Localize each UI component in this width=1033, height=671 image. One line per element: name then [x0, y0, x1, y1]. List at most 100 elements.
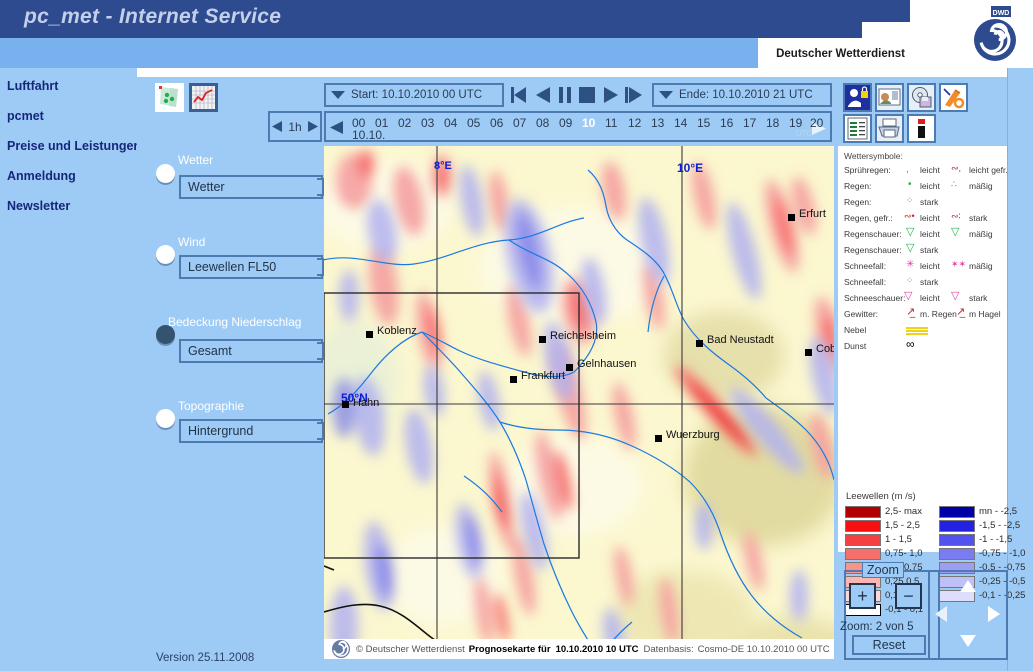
hour-01[interactable]: 01 — [375, 116, 388, 130]
cd-save-icon[interactable] — [907, 83, 936, 112]
hour-19[interactable]: 19 — [789, 116, 802, 130]
legend-text-7-left: stark — [920, 277, 939, 287]
scale-label-pos-0: 2,5- max — [885, 506, 922, 517]
zoom-reset-button[interactable]: Reset — [852, 635, 926, 655]
document-icon[interactable] — [843, 114, 872, 143]
snow-shower-heavy-icon: ▽ — [951, 290, 960, 302]
hour-04[interactable]: 04 — [444, 116, 457, 130]
end-time-label: Ende: 10.10.2010 21 UTC — [679, 89, 813, 101]
control-toggle-wind[interactable] — [156, 245, 175, 264]
hour-07[interactable]: 07 — [513, 116, 526, 130]
play-button[interactable] — [602, 86, 620, 109]
hour-03[interactable]: 03 — [421, 116, 434, 130]
city-label-gelnhausen: Gelnhausen — [577, 358, 637, 370]
drizzle-freezing-icon: ∾, — [951, 163, 962, 173]
pan-down-icon[interactable] — [960, 634, 976, 652]
tools-icon[interactable] — [939, 83, 968, 112]
printer-icon[interactable] — [875, 114, 904, 143]
stop-button[interactable] — [578, 86, 596, 109]
sidebar-item-luftfahrt[interactable]: Luftfahrt — [7, 79, 58, 93]
legend-text-4-right: mäßig — [969, 229, 993, 239]
hour-06[interactable]: 06 — [490, 116, 503, 130]
drizzle-light-icon: , — [906, 164, 909, 175]
legend-label-dunst: Dunst — [844, 341, 867, 351]
map-status-bar: © Deutscher Wetterdienst Prognosekarte f… — [324, 639, 834, 659]
legend-panel: Wettersymbole: Sprühregen: , leicht ∾, l… — [838, 146, 1025, 616]
hour-13[interactable]: 13 — [651, 116, 664, 130]
city-label-bad-neustadt: Bad Neustadt — [707, 334, 774, 346]
step-stepper[interactable]: 1h — [268, 111, 322, 142]
hour-16[interactable]: 16 — [720, 116, 733, 130]
legend-text-5-left: stark — [920, 245, 939, 255]
hour-09[interactable]: 09 — [559, 116, 572, 130]
start-time-label: Start: 10.10.2010 00 UTC — [351, 89, 483, 101]
weather-map[interactable]: 8°E 10°E 50°N Koblenz Reichelsheim Gelnh… — [324, 146, 834, 659]
info-icon[interactable] — [907, 114, 936, 143]
hour-12[interactable]: 12 — [628, 116, 641, 130]
legend-label-regen-gefr: Regen, gefr.: — [844, 213, 893, 223]
hour-10-current[interactable]: 10 — [582, 116, 595, 130]
control-select-topographie-tab[interactable] — [317, 422, 324, 440]
start-time-dropdown[interactable]: Start: 10.10.2010 00 UTC — [324, 83, 504, 107]
legend-text-9-right: m Hagel — [969, 309, 1001, 319]
image-icon[interactable] — [875, 83, 904, 112]
scale-swatch-pos-0 — [845, 506, 881, 518]
pause-button[interactable] — [558, 86, 572, 109]
control-toggle-bedeckung[interactable] — [156, 325, 175, 344]
zoom-caption: Zoom — [862, 562, 904, 578]
hour-15[interactable]: 15 — [697, 116, 710, 130]
hour-11[interactable]: 11 — [605, 116, 617, 130]
pan-left-icon[interactable] — [935, 606, 947, 627]
snow-heavy-icon: ⁘ — [906, 275, 914, 285]
control-select-topographie[interactable]: Hintergrund — [179, 419, 323, 443]
sidebar-item-newsletter[interactable]: Newsletter — [7, 199, 70, 213]
pan-up-icon[interactable] — [960, 579, 976, 597]
hour-05[interactable]: 05 — [467, 116, 480, 130]
control-select-bedeckung-tab[interactable] — [317, 342, 324, 360]
legend-text-9-left: m. Regen — [920, 309, 957, 319]
rain-shower-light-icon: ▽ — [906, 226, 915, 238]
pan-pad[interactable] — [928, 570, 1008, 660]
legend-label-nebel: Nebel — [844, 325, 867, 335]
hour-14[interactable]: 14 — [674, 116, 687, 130]
version-label: Version 25.11.2008 — [156, 652, 255, 664]
hour-00[interactable]: 00 — [352, 116, 365, 130]
city-label-koblenz: Koblenz — [377, 325, 417, 337]
hour-02[interactable]: 02 — [398, 116, 411, 130]
control-toggle-topographie[interactable] — [156, 409, 175, 428]
timeline-hours[interactable]: 10.10. 00 01 02 03 04 05 06 07 08 09 10 … — [324, 111, 832, 142]
hour-20[interactable]: 20 — [810, 116, 823, 130]
control-select-wind-tab[interactable] — [317, 258, 324, 276]
step-forward-end-button[interactable] — [624, 86, 644, 109]
hour-08[interactable]: 08 — [536, 116, 549, 130]
control-toggle-wetter[interactable] — [156, 164, 175, 183]
scale-label-pos-2: 1 - 1,5 — [885, 534, 912, 545]
hour-17[interactable]: 17 — [743, 116, 756, 130]
chart-view-icon[interactable] — [189, 83, 218, 112]
map-view-icon[interactable] — [155, 83, 184, 112]
legend-text-3-right: stark — [969, 213, 988, 223]
legend-text-2-left: stark — [920, 197, 939, 207]
control-select-bedeckung[interactable]: Gesamt — [179, 339, 323, 363]
legend-text-0-right: leicht gefr. — [969, 165, 1008, 175]
map-canvas — [324, 146, 834, 659]
control-select-wind[interactable]: Leewellen FL50 — [179, 255, 323, 279]
city-label-frankfurt: Frankfurt — [521, 370, 566, 382]
step-back-button[interactable] — [534, 86, 552, 109]
legend-label-regenschauer-1: Regenschauer: — [844, 229, 902, 239]
user-lock-icon[interactable] — [843, 83, 872, 112]
control-select-wetter[interactable]: Wetter — [179, 175, 323, 199]
legend-label-gewitter: Gewitter: — [844, 309, 879, 319]
freezing-rain-light-icon: ∾• — [904, 211, 915, 221]
sidebar-item-preise[interactable]: Preise und Leistungen — [7, 139, 141, 153]
step-back-end-button[interactable] — [510, 86, 530, 109]
end-time-dropdown[interactable]: Ende: 10.10.2010 21 UTC — [652, 83, 832, 107]
sidebar-item-pcmet[interactable]: pcmet — [7, 109, 44, 123]
legend-label-schneefall-2: Schneefall: — [844, 277, 887, 287]
sidebar-item-anmeldung[interactable]: Anmeldung — [7, 169, 76, 183]
zoom-in-button[interactable]: + — [849, 583, 876, 609]
control-select-wetter-tab[interactable] — [317, 178, 324, 196]
zoom-out-button[interactable]: − — [895, 583, 922, 609]
pan-right-icon[interactable] — [988, 606, 1000, 627]
hour-18[interactable]: 18 — [766, 116, 779, 130]
